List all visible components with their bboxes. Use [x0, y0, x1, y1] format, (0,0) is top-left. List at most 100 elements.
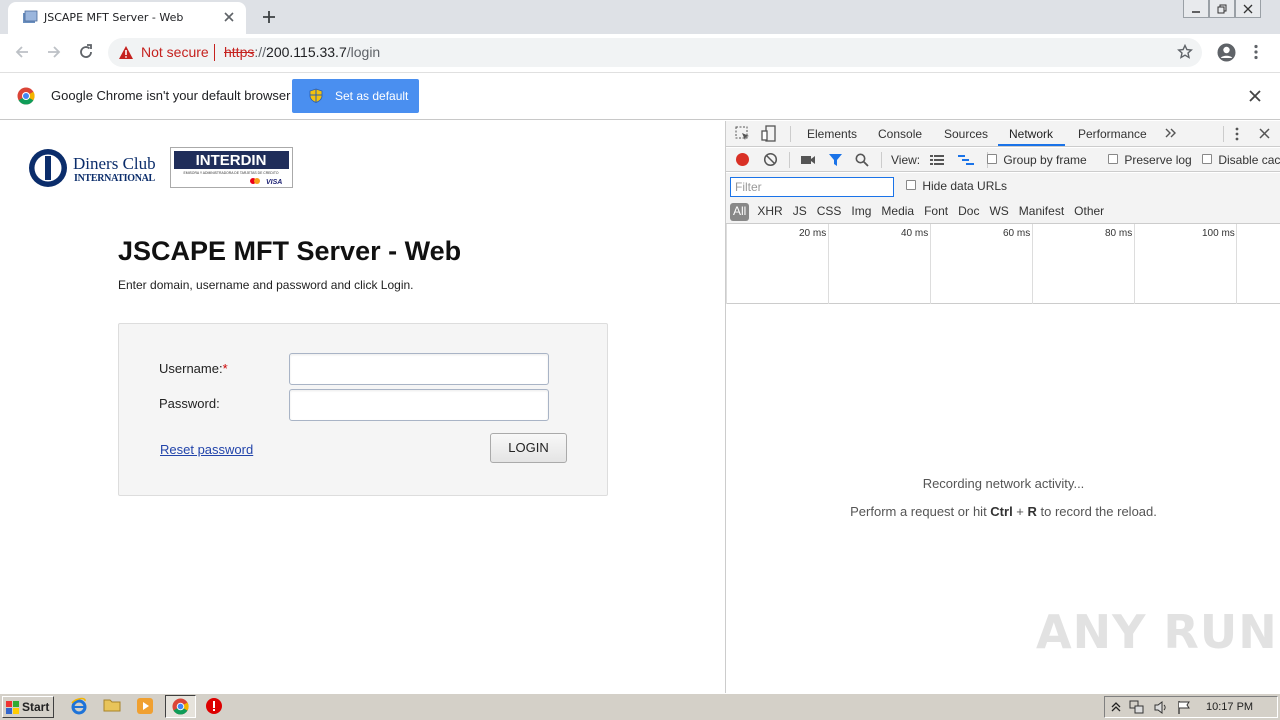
- hide-data-urls-checkbox[interactable]: Hide data URLs: [906, 179, 1007, 193]
- tab-performance[interactable]: Performance: [1078, 127, 1147, 141]
- disable-cache-label: Disable cac: [1218, 153, 1280, 167]
- stop-sign-app-icon[interactable]: [205, 697, 227, 717]
- large-rows-list-icon[interactable]: [930, 154, 944, 166]
- disable-cache-checkbox[interactable]: Disable cac: [1202, 153, 1280, 167]
- devtools-panel: Elements Console Sources Network Perform…: [725, 121, 1280, 693]
- username-label: Username:*: [159, 361, 228, 376]
- security-status[interactable]: Not secure: [141, 44, 209, 60]
- file-explorer-icon[interactable]: [103, 697, 125, 717]
- type-filter-media[interactable]: Media: [876, 203, 919, 221]
- forward-icon[interactable]: [45, 43, 63, 61]
- more-tabs-chevron-icon[interactable]: [1165, 128, 1177, 138]
- type-filter-manifest[interactable]: Manifest: [1014, 203, 1069, 221]
- devtools-close-icon[interactable]: [1259, 128, 1270, 139]
- reload-icon[interactable]: [77, 43, 95, 61]
- login-button[interactable]: LOGIN: [490, 433, 567, 463]
- divider: [214, 44, 215, 61]
- infobar-close-icon[interactable]: [1249, 90, 1261, 102]
- group-by-frame-label: Group by frame: [1003, 153, 1087, 167]
- divider: [881, 152, 882, 168]
- checkbox[interactable]: [987, 154, 997, 164]
- diners-logo-line1: Diners Club: [73, 154, 156, 173]
- filter-funnel-icon[interactable]: [828, 153, 843, 167]
- tab-close-icon[interactable]: [222, 10, 236, 24]
- timeline-gridline: [828, 224, 829, 304]
- timeline-tick-label: 40 ms: [901, 228, 929, 239]
- uac-shield-icon: [309, 88, 323, 103]
- url-text[interactable]: https://200.115.33.7/login: [224, 44, 380, 60]
- type-filter-xhr[interactable]: XHR: [752, 203, 787, 221]
- volume-icon[interactable]: [1153, 700, 1169, 715]
- password-label: Password:: [159, 396, 220, 411]
- username-label-text: Username:: [159, 361, 223, 376]
- bookmark-star-icon[interactable]: [1177, 44, 1193, 60]
- type-filter-img[interactable]: Img: [846, 203, 876, 221]
- page-content: Diners Club INTERNATIONAL INTERDIN EMISO…: [0, 121, 725, 693]
- start-button[interactable]: Start: [2, 696, 54, 718]
- timeline-tick-label: 60 ms: [1003, 228, 1031, 239]
- diners-club-logo: Diners Club INTERNATIONAL: [26, 148, 164, 188]
- tab-console[interactable]: Console: [878, 127, 922, 141]
- type-filter-js[interactable]: JS: [788, 203, 812, 221]
- network-icon[interactable]: [1129, 700, 1145, 715]
- windows-logo-icon: [6, 701, 20, 714]
- tab-elements[interactable]: Elements: [807, 127, 857, 141]
- timeline-gridline: [1032, 224, 1033, 304]
- device-toolbar-icon[interactable]: [761, 125, 777, 142]
- system-tray: 10:17 PM: [1104, 696, 1278, 718]
- type-filter-doc[interactable]: Doc: [953, 203, 984, 221]
- diners-logo-line2: INTERNATIONAL: [74, 173, 156, 184]
- username-input[interactable]: [289, 353, 549, 385]
- inspect-element-icon[interactable]: [735, 126, 751, 142]
- type-filter-other[interactable]: Other: [1069, 203, 1109, 221]
- password-input[interactable]: [289, 389, 549, 421]
- waterfall-overview-icon[interactable]: [958, 154, 974, 166]
- profile-avatar-icon[interactable]: [1217, 43, 1236, 62]
- filter-input[interactable]: Filter: [730, 177, 894, 197]
- reset-password-link[interactable]: Reset password: [160, 442, 253, 457]
- screenshot-camera-icon[interactable]: [800, 154, 816, 166]
- menu-kebab-icon[interactable]: [1253, 44, 1259, 60]
- checkbox[interactable]: [906, 180, 916, 190]
- browser-tab[interactable]: JSCAPE MFT Server - Web: [8, 2, 246, 34]
- media-player-icon[interactable]: [136, 697, 158, 717]
- devtools-tabbar: Elements Console Sources Network Perform…: [726, 121, 1280, 147]
- tab-network[interactable]: Network: [1009, 127, 1053, 141]
- search-icon[interactable]: [855, 153, 869, 167]
- ctrl-key: Ctrl: [990, 504, 1013, 519]
- url-path: /login: [346, 44, 381, 60]
- address-bar[interactable]: Not secure https://200.115.33.7/login: [108, 38, 1202, 67]
- chrome-taskbar-button[interactable]: [165, 695, 196, 718]
- taskbar-clock[interactable]: 10:17 PM: [1206, 701, 1253, 713]
- interdin-logo: INTERDIN EMISORA Y ADMINISTRADORA DE TAR…: [170, 147, 293, 188]
- back-icon[interactable]: [13, 43, 31, 61]
- type-filter-ws[interactable]: WS: [984, 203, 1013, 221]
- divider: [789, 152, 790, 168]
- checkbox[interactable]: [1202, 154, 1212, 164]
- login-form: Username:* Password: Reset password LOGI…: [118, 323, 608, 496]
- checkbox[interactable]: [1108, 154, 1118, 164]
- set-as-default-button[interactable]: Set as default: [292, 79, 419, 113]
- recording-hint-post: to record the reload.: [1036, 504, 1157, 519]
- divider: [1223, 126, 1224, 142]
- clear-icon[interactable]: [763, 152, 778, 167]
- record-icon[interactable]: [735, 152, 750, 167]
- preserve-log-checkbox[interactable]: Preserve log: [1108, 153, 1192, 167]
- tray-expand-icon[interactable]: [1111, 701, 1121, 713]
- window-close-icon[interactable]: [1235, 0, 1261, 18]
- url-separator: ://: [254, 44, 267, 60]
- r-key: R: [1027, 504, 1037, 519]
- internet-explorer-icon[interactable]: [70, 697, 92, 717]
- type-filter-font[interactable]: Font: [919, 203, 953, 221]
- devtools-menu-icon[interactable]: [1234, 127, 1240, 141]
- type-filter-all[interactable]: All: [730, 203, 750, 221]
- warning-icon[interactable]: [118, 45, 134, 60]
- new-tab-icon[interactable]: [260, 8, 278, 26]
- type-filter-css[interactable]: CSS: [812, 203, 847, 221]
- tab-sources[interactable]: Sources: [944, 127, 988, 141]
- network-timeline-overview[interactable]: 20 ms 40 ms 60 ms 80 ms 100 ms: [726, 224, 1280, 304]
- action-center-flag-icon[interactable]: [1177, 700, 1191, 715]
- minimize-icon[interactable]: [1183, 0, 1209, 18]
- restore-icon[interactable]: [1209, 0, 1235, 18]
- group-by-frame-checkbox[interactable]: Group by frame: [987, 153, 1087, 167]
